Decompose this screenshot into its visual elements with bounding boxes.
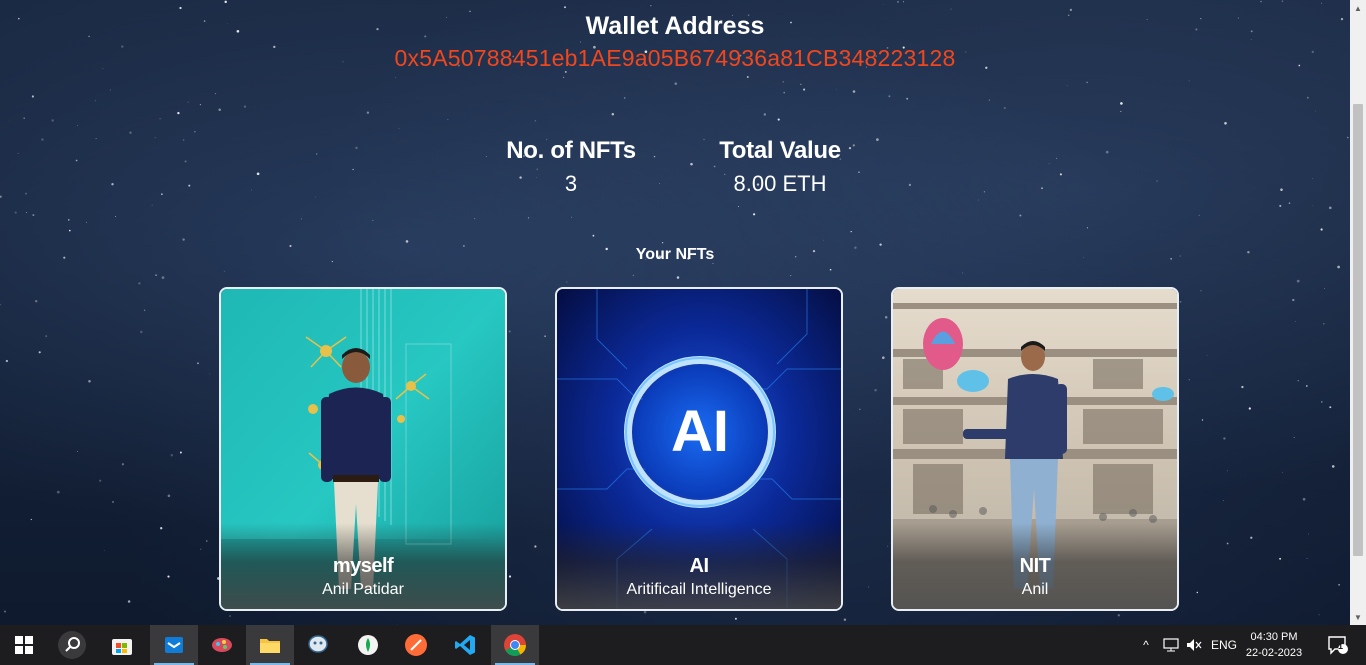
nft-description: Anil [1021,581,1049,598]
store-icon[interactable] [98,625,146,665]
ai-logo-text: AI [671,399,729,464]
chrome-icon[interactable] [491,625,539,665]
section-title: Your NFTs [635,246,715,263]
page-scrollbar[interactable]: ▲ ▼ [1350,0,1366,625]
wallet-address: 0x5A50788451eb1AE9a05B674936a81CB3482231… [394,45,956,71]
outlook-icon[interactable] [150,625,198,665]
nft-count-value: 3 [564,171,578,196]
nft-caption: AI Aritificail Intelligence [557,523,841,609]
system-clock[interactable]: 04:30 PM 22-02-2023 [1240,629,1308,661]
nft-description: Anil Patidar [322,581,404,598]
scroll-down-icon[interactable]: ▼ [1350,609,1366,625]
nft-card[interactable]: NIT Anil [891,287,1179,611]
nft-name: NIT [1019,555,1051,577]
postman-icon[interactable] [392,625,440,665]
nft-count-label: No. of NFTs [506,137,636,164]
nft-caption: NIT Anil [893,523,1177,609]
search-icon[interactable] [48,625,96,665]
nft-caption: myself Anil Patidar [221,523,505,609]
file-explorer-icon[interactable] [246,625,294,665]
start-icon[interactable] [0,625,48,665]
nft-card[interactable]: AI AI Aritificail Intelligence [555,287,843,611]
nft-count-stat: No. of NFTs 3 [496,137,646,197]
total-value-stat: Total Value 8.00 ETH [705,137,855,197]
clock-date: 22-02-2023 [1245,647,1303,659]
pgadmin-icon[interactable] [294,625,342,665]
chevron-up-icon[interactable]: ^ [1136,625,1156,665]
mongodb-compass-icon[interactable] [344,625,392,665]
vscode-icon[interactable] [441,625,489,665]
total-value-value: 8.00 ETH [733,171,827,196]
nft-card[interactable]: myself Anil Patidar [219,287,507,611]
nft-description: Aritificail Intelligence [626,581,772,598]
total-value-label: Total Value [719,137,841,164]
nft-name: myself [332,555,394,577]
scroll-up-icon[interactable]: ▲ [1350,0,1366,16]
paint-icon[interactable] [198,625,246,665]
language-indicator[interactable]: ENG [1208,625,1240,665]
notification-icon[interactable]: 1 [1318,625,1358,665]
nft-name: AI [689,555,710,577]
notification-count: 1 [1338,641,1344,651]
network-icon[interactable] [1160,625,1182,665]
clock-time: 04:30 PM [1250,631,1298,643]
volume-muted-icon[interactable] [1183,625,1205,665]
wallet-title: Wallet Address [585,12,765,40]
windows-taskbar: ^ ENG 04:30 PM 22-02-2023 1 [0,625,1366,665]
scroll-thumb[interactable] [1353,104,1363,556]
